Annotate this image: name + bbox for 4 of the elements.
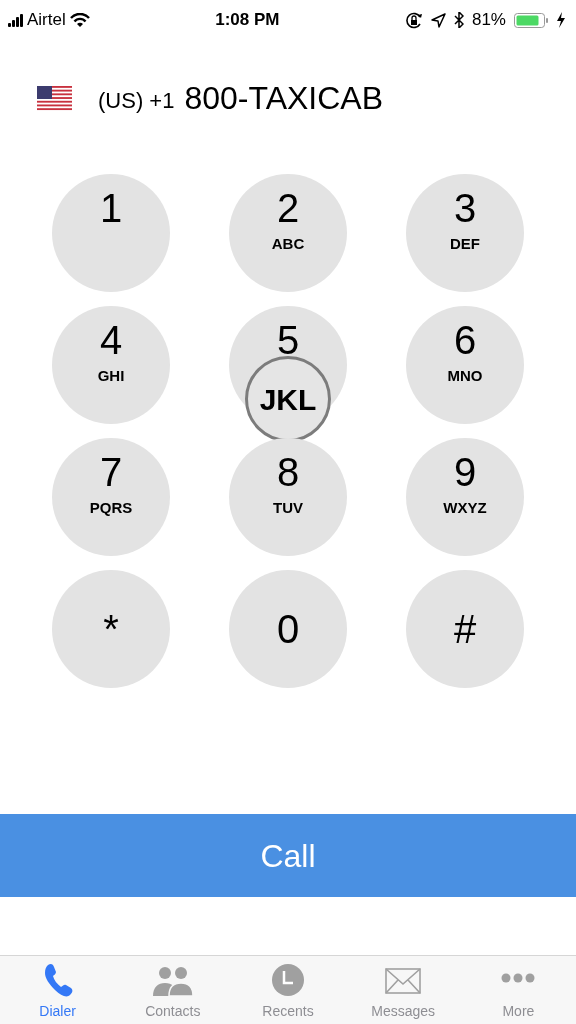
battery-percent: 81% xyxy=(471,9,506,32)
carrier-name: Airtel xyxy=(27,9,66,32)
clock-time: 1:08 PM xyxy=(215,9,280,32)
phone-number: 800-TAXICAB xyxy=(184,79,383,118)
